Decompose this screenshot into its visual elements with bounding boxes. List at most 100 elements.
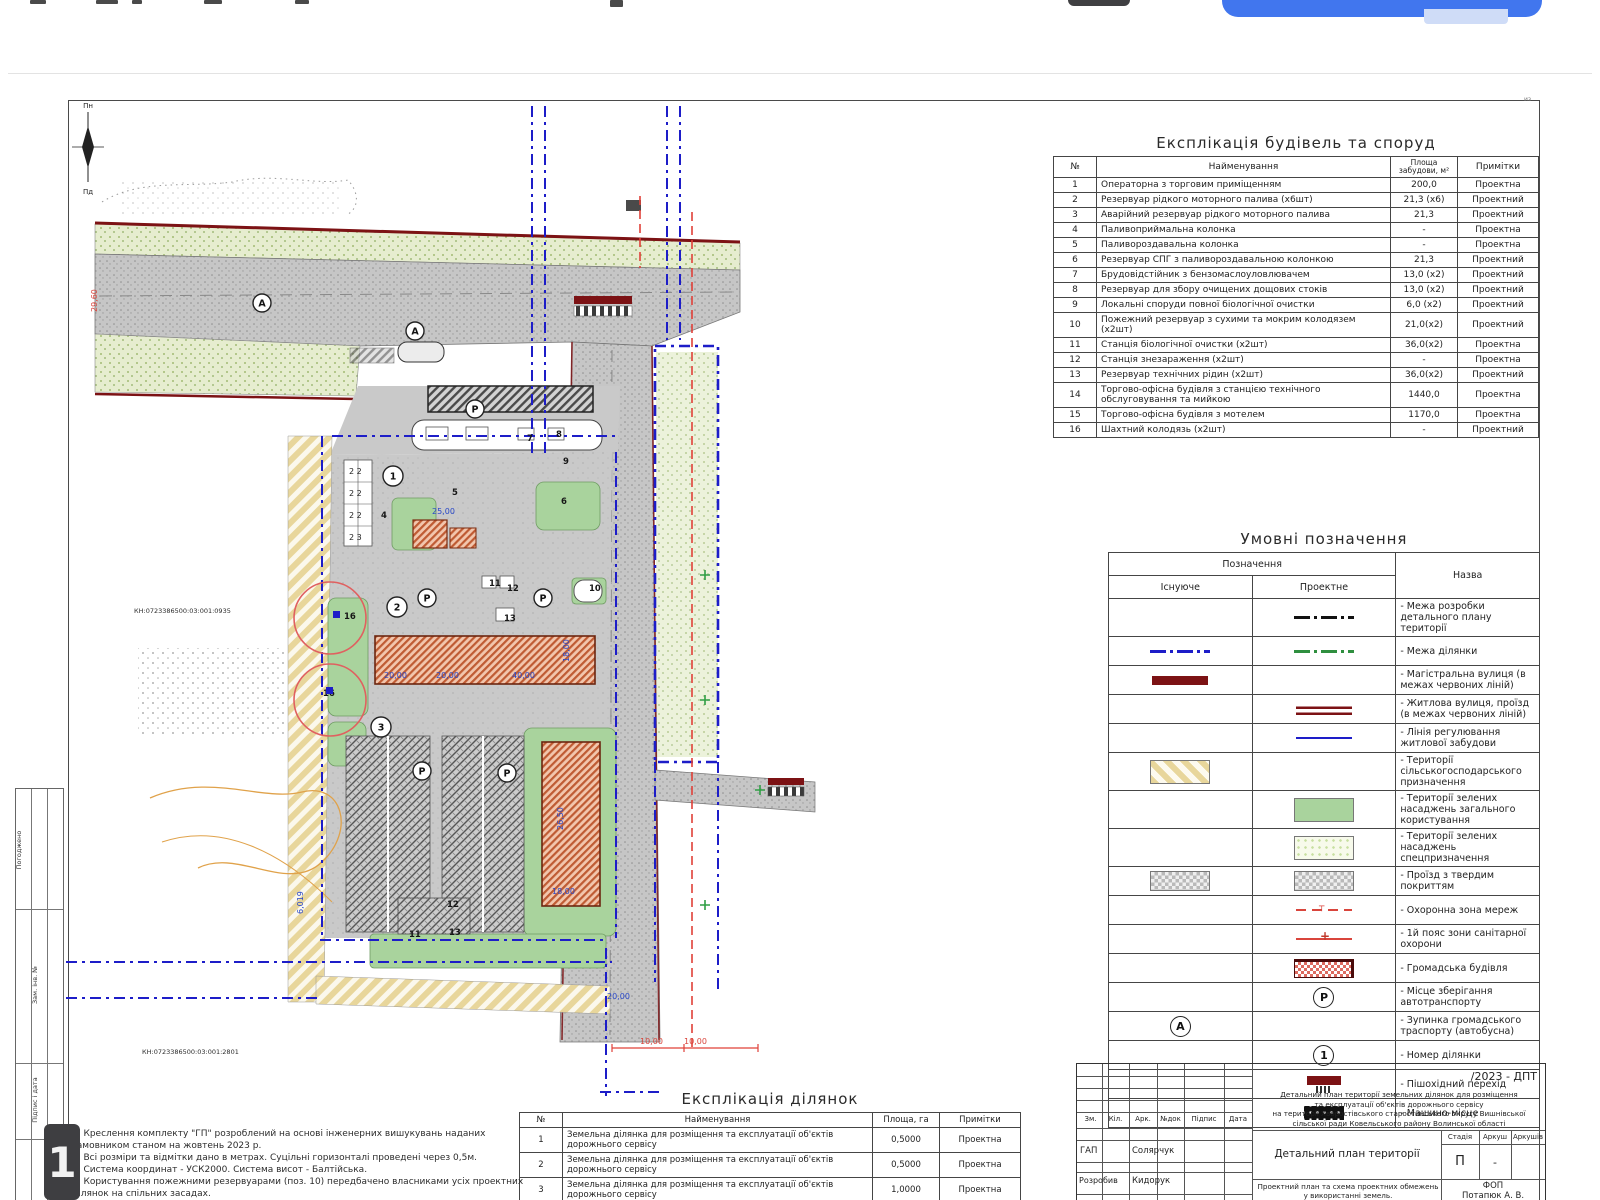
legend-cell xyxy=(1252,695,1396,724)
legend-label: - Межа ділянки xyxy=(1396,637,1540,666)
col-header-number: № xyxy=(520,1113,563,1128)
table-cell: Проектна xyxy=(1458,383,1539,408)
table-cell: Проектна xyxy=(1458,223,1539,238)
line-black-dashdot-icon xyxy=(1294,616,1354,619)
legend-cell xyxy=(1109,791,1253,829)
table-cell: - xyxy=(1391,238,1458,253)
sw-tan-icon xyxy=(1150,760,1210,784)
legend-cell xyxy=(1252,829,1396,867)
col-header-area: Площа, га xyxy=(873,1113,940,1128)
page-number-badge[interactable]: 1 xyxy=(44,1124,80,1200)
col-date: Дата xyxy=(1225,1115,1251,1123)
table-cell: Резервуар для збору очищених дощових сто… xyxy=(1097,283,1391,298)
role-gap-name: Солярчук xyxy=(1132,1146,1174,1156)
plots-row: 3Земельна ділянка для розміщення та експ… xyxy=(520,1178,1021,1200)
plots-explication: Експлікація ділянок № Найменування Площа… xyxy=(519,1090,1021,1200)
buildings-row: 2Резервуар рідкого моторного палива (х6ш… xyxy=(1054,193,1539,208)
table-cell: Пожежний резервуар з сухими та мокрим ко… xyxy=(1097,313,1391,338)
table-cell: Проектний xyxy=(1458,423,1539,438)
table-cell: Станція біологічної очистки (х2шт) xyxy=(1097,338,1391,353)
tab-fragment[interactable] xyxy=(1068,0,1130,6)
col-header-notes: Примітки xyxy=(940,1113,1021,1128)
legend-label: - 1й пояс зони санітарної охорони xyxy=(1396,925,1540,954)
table-cell: Проектна xyxy=(1458,408,1539,423)
table-cell: Станція знезараження (х2шт) xyxy=(1097,353,1391,368)
table-cell: Проектний xyxy=(1458,268,1539,283)
note-line: 4. Користування пожежними резервуарами (… xyxy=(72,1176,542,1200)
secondary-button-fragment[interactable] xyxy=(1424,9,1508,24)
legend-row: P- Місце зберігання автотранспорту xyxy=(1109,983,1540,1012)
legend-row: - Території зелених насаджень загального… xyxy=(1109,791,1540,829)
table-cell: 5 xyxy=(1054,238,1097,253)
table-cell: Операторна з торговим приміщенням xyxy=(1097,178,1391,193)
screenshot-root: из xyxy=(0,0,1600,1200)
table-cell: Паливороздавальна колонка xyxy=(1097,238,1391,253)
project-description: Детальний план території земельних ділян… xyxy=(1255,1090,1543,1128)
table-cell: Проектна xyxy=(940,1178,1021,1200)
table-cell: Проектна xyxy=(1458,338,1539,353)
legend-label: - Лінія регулювання житлової забудови xyxy=(1396,724,1540,753)
line-red-cross-icon xyxy=(1296,938,1352,940)
col-header-area: Площа забудови, м² xyxy=(1391,157,1458,178)
table-cell: 1440,0 xyxy=(1391,383,1458,408)
table-cell: 6 xyxy=(1054,253,1097,268)
legend-cell xyxy=(1252,896,1396,925)
project-code: /2023 - ДПТ xyxy=(1377,1070,1537,1083)
title-block: /2023 - ДПТ Детальний план території зем… xyxy=(1076,1063,1546,1200)
legend-cell: P xyxy=(1252,983,1396,1012)
table-cell: 1 xyxy=(1054,178,1097,193)
table-cell: Проектна xyxy=(1458,178,1539,193)
legend-row: - Житлова вулиця, проїзд (в межах червон… xyxy=(1109,695,1540,724)
notes-list: 1. Креслення комплекту "ГП" розроблений … xyxy=(72,1128,542,1200)
legend-cell xyxy=(1109,867,1253,896)
stage-value: П xyxy=(1442,1154,1478,1169)
legend-cell xyxy=(1252,954,1396,983)
buildings-row: 6Резервуар СПГ з паливороздавальною коло… xyxy=(1054,253,1539,268)
legend-row: - Громадська будівля xyxy=(1109,954,1540,983)
legend-cell: A xyxy=(1109,1012,1253,1041)
legend-header-existing: Існуюче xyxy=(1109,576,1253,599)
legend-label: - Громадська будівля xyxy=(1396,954,1540,983)
legend-row: - Межа розробки детального плану територ… xyxy=(1109,599,1540,637)
legend-label: - Території зелених насаджень загального… xyxy=(1396,791,1540,829)
legend-row: - Магістральна вулиця (в межах червоних … xyxy=(1109,666,1540,695)
table-cell: 15 xyxy=(1054,408,1097,423)
buildings-table: № Найменування Площа забудови, м² Приміт… xyxy=(1053,156,1539,438)
legend-panel: Умовні позначення Позначення Назва Існую… xyxy=(1108,530,1540,1128)
buildings-row: 11Станція біологічної очистки (х2шт)36,0… xyxy=(1054,338,1539,353)
sheet-value: - xyxy=(1480,1156,1510,1169)
plots-explication-title: Експлікація ділянок xyxy=(519,1090,1021,1108)
sw-gray-check-icon xyxy=(1150,871,1210,891)
plots-header-row: № Найменування Площа, га Примітки xyxy=(520,1113,1021,1128)
legend-label: - Території зелених насаджень спецпризна… xyxy=(1396,829,1540,867)
table-cell: - xyxy=(1391,423,1458,438)
legend-header-name: Назва xyxy=(1396,553,1540,599)
col-header-notes: Примітки xyxy=(1458,157,1539,178)
buildings-row: 4Паливоприймальна колонка-Проектна xyxy=(1054,223,1539,238)
buildings-row: 3Аварійний резервуар рідкого моторного п… xyxy=(1054,208,1539,223)
table-cell: Проектна xyxy=(940,1128,1021,1153)
table-cell: Проектна xyxy=(1458,238,1539,253)
sw-gray-check-icon xyxy=(1294,871,1354,891)
legend-cell xyxy=(1252,753,1396,791)
buildings-row: 12Станція знезараження (х2шт)-Проектна xyxy=(1054,353,1539,368)
table-cell: Резервуар технічних рідин (х2шт) xyxy=(1097,368,1391,383)
legend-row: - Лінія регулювання житлової забудови xyxy=(1109,724,1540,753)
legend-cell xyxy=(1109,829,1253,867)
legend-title: Умовні позначення xyxy=(1108,530,1540,548)
buildings-row: 16Шахтний колодязь (х2шт)-Проектний xyxy=(1054,423,1539,438)
table-cell: - xyxy=(1391,353,1458,368)
legend-cell xyxy=(1109,925,1253,954)
legend-cell xyxy=(1252,637,1396,666)
note-line: 3. Система координат - УСК2000. Система … xyxy=(72,1164,542,1176)
role-dev-name: Кидорук xyxy=(1132,1176,1170,1186)
toolbar-fragment xyxy=(30,0,46,4)
circle-A-icon: A xyxy=(1170,1016,1191,1037)
legend-cell xyxy=(1109,954,1253,983)
col-header-name: Найменування xyxy=(1097,157,1391,178)
legend-cell xyxy=(1109,896,1253,925)
note-line: 1. Креслення комплекту "ГП" розроблений … xyxy=(72,1128,542,1152)
stage-header: Стадія xyxy=(1442,1133,1478,1141)
table-cell: 12 xyxy=(1054,353,1097,368)
legend-label: - Території сільськогосподарського призн… xyxy=(1396,753,1540,791)
